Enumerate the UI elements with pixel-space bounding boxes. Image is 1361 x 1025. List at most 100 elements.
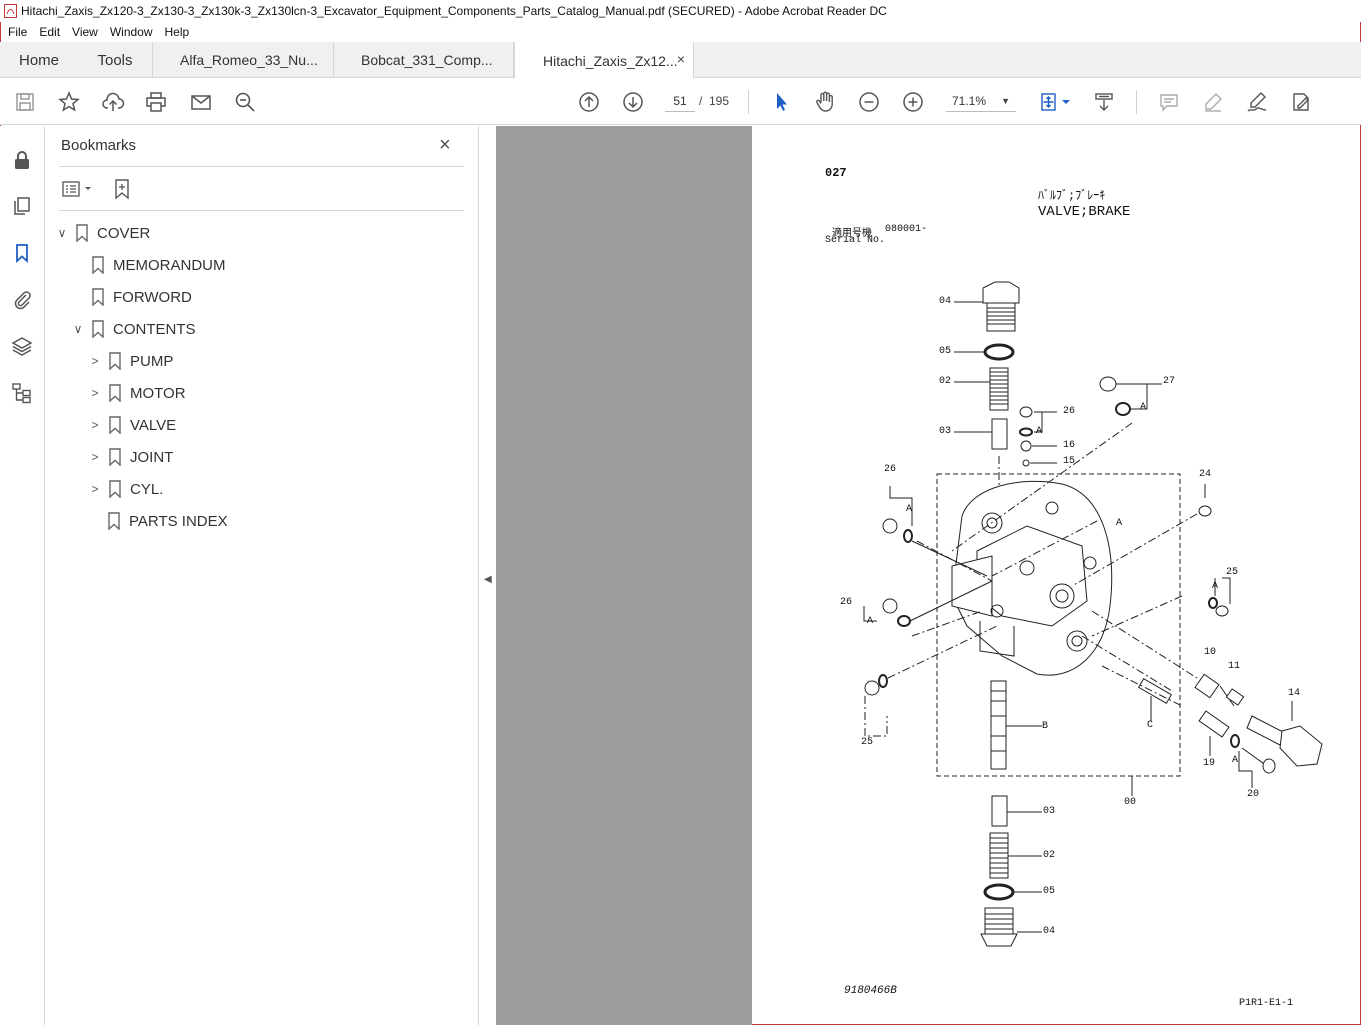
callout-label: 02 bbox=[1043, 850, 1056, 861]
attachment-icon[interactable] bbox=[10, 287, 34, 311]
copy-pages-icon[interactable] bbox=[10, 194, 34, 218]
bookmark-item-cover[interactable]: ∨ COVER bbox=[55, 221, 150, 245]
bookmark-item-memorandum[interactable]: MEMORANDUM bbox=[91, 253, 226, 277]
callout-label: 26 bbox=[1063, 406, 1076, 417]
fit-dropdown-icon[interactable] bbox=[1060, 89, 1072, 115]
spool-part bbox=[990, 680, 1007, 770]
new-bookmark-icon[interactable] bbox=[111, 178, 133, 200]
zoom-value: 71.1% bbox=[952, 94, 987, 108]
tab-document-alfa-romeo[interactable]: Alfa_Romeo_33_Nu... bbox=[153, 42, 334, 78]
tab-bar: Home Tools Alfa_Romeo_33_Nu... Bobcat_33… bbox=[0, 42, 1361, 79]
menu-edit[interactable]: Edit bbox=[33, 25, 66, 39]
collapse-panel-icon[interactable]: ◀ bbox=[484, 574, 492, 585]
bookmark-label: COVER bbox=[97, 224, 151, 242]
next-page-icon[interactable] bbox=[620, 89, 646, 115]
page-number-input[interactable]: 51 bbox=[665, 90, 695, 112]
bookmark-icon bbox=[76, 224, 88, 242]
chevron-down-icon[interactable]: ∨ bbox=[55, 226, 69, 240]
poppet-part bbox=[991, 418, 1008, 450]
structure-icon[interactable] bbox=[10, 381, 34, 405]
tab-tools[interactable]: Tools bbox=[78, 42, 153, 78]
close-icon[interactable]: × bbox=[439, 134, 451, 157]
select-cursor-icon[interactable] bbox=[768, 89, 794, 115]
menu-window[interactable]: Window bbox=[104, 25, 159, 39]
callout-label: 04 bbox=[939, 296, 952, 307]
email-icon[interactable] bbox=[188, 89, 214, 115]
tab-close-icon[interactable]: × bbox=[677, 51, 685, 67]
bookmark-item-valve[interactable]: > VALVE bbox=[88, 413, 176, 437]
bookmark-item-motor[interactable]: > MOTOR bbox=[88, 381, 186, 405]
bookmark-icon bbox=[109, 480, 121, 498]
lock-icon[interactable] bbox=[10, 148, 34, 172]
tab-document-hitachi[interactable]: Hitachi_Zaxis_Zx12... × bbox=[514, 42, 694, 79]
chevron-right-icon[interactable]: > bbox=[88, 450, 102, 464]
star-icon[interactable] bbox=[56, 89, 82, 115]
pdf-page[interactable]: 027 ﾊﾞﾙﾌﾞ;ﾌﾞﾚｰｷ VALVE;BRAKE 適用号機 080001-… bbox=[752, 126, 1360, 1024]
menu-file[interactable]: File bbox=[2, 25, 33, 39]
page-reference: P1R1-E1-1 bbox=[1239, 998, 1294, 1009]
zoom-level-select[interactable]: 71.1% ▼ bbox=[946, 90, 1016, 112]
menu-bar: File Edit View Window Help bbox=[0, 22, 1361, 42]
callout-label: C bbox=[1147, 720, 1154, 731]
callout-label: 02 bbox=[939, 376, 952, 387]
left-navigation-rail bbox=[0, 126, 45, 1025]
pin-part bbox=[1137, 677, 1173, 705]
callout-label: 03 bbox=[1043, 806, 1056, 817]
chevron-right-icon[interactable]: > bbox=[88, 386, 102, 400]
options-menu-icon[interactable] bbox=[61, 179, 95, 199]
panel-splitter[interactable]: ◀ bbox=[478, 126, 496, 1025]
bookmark-item-forword[interactable]: FORWORD bbox=[91, 285, 192, 309]
panel-toolbar bbox=[61, 178, 133, 200]
chevron-down-icon[interactable]: ∨ bbox=[71, 322, 85, 336]
highlight-pen-icon[interactable] bbox=[1200, 89, 1226, 115]
bookmark-icon bbox=[109, 448, 121, 466]
bookmark-icon[interactable] bbox=[10, 241, 34, 265]
hand-tool-icon[interactable] bbox=[812, 89, 838, 115]
save-icon[interactable] bbox=[12, 89, 38, 115]
previous-page-icon[interactable] bbox=[576, 89, 602, 115]
chevron-right-icon[interactable]: > bbox=[88, 354, 102, 368]
edit-document-icon[interactable] bbox=[1288, 89, 1314, 115]
callout-label: 05 bbox=[1043, 886, 1056, 897]
tab-home[interactable]: Home bbox=[0, 42, 78, 78]
callout-label: A bbox=[1232, 755, 1239, 766]
toolbar-divider bbox=[748, 90, 749, 114]
spring-part bbox=[989, 367, 1009, 411]
o-ring bbox=[983, 343, 1015, 361]
fit-page-icon[interactable] bbox=[1036, 89, 1062, 115]
divider bbox=[59, 166, 464, 167]
bookmark-item-cyl[interactable]: > CYL. bbox=[88, 477, 163, 501]
callout-label: 00 bbox=[1124, 797, 1137, 808]
page-separator: / bbox=[699, 94, 703, 108]
menu-help[interactable]: Help bbox=[159, 25, 196, 39]
bookmark-icon bbox=[109, 352, 121, 370]
bookmark-item-joint[interactable]: > JOINT bbox=[88, 445, 173, 469]
divider bbox=[59, 210, 464, 211]
chevron-right-icon[interactable]: > bbox=[88, 418, 102, 432]
parts-diagram bbox=[863, 281, 1323, 947]
bookmark-label: MEMORANDUM bbox=[113, 256, 226, 274]
search-icon[interactable] bbox=[232, 89, 258, 115]
bookmark-label: PARTS INDEX bbox=[129, 512, 228, 530]
sign-icon[interactable] bbox=[1244, 89, 1270, 115]
zoom-in-icon[interactable] bbox=[900, 89, 926, 115]
bookmark-item-parts-index[interactable]: PARTS INDEX bbox=[107, 509, 228, 533]
tab-document-bobcat[interactable]: Bobcat_331_Comp... bbox=[334, 42, 514, 78]
callout-label: 03 bbox=[939, 426, 952, 437]
comment-icon[interactable] bbox=[1156, 89, 1182, 115]
bookmark-label: FORWORD bbox=[113, 288, 192, 306]
upload-cloud-icon[interactable] bbox=[100, 89, 126, 115]
layers-icon[interactable] bbox=[10, 334, 34, 358]
callout-label: B bbox=[1042, 721, 1049, 732]
zoom-out-icon[interactable] bbox=[856, 89, 882, 115]
plug-part bbox=[980, 907, 1018, 947]
menu-view[interactable]: View bbox=[66, 25, 104, 39]
toolbar-divider bbox=[1136, 90, 1137, 114]
bookmark-item-contents[interactable]: ∨ CONTENTS bbox=[71, 317, 196, 341]
bookmark-icon bbox=[109, 416, 121, 434]
chevron-right-icon[interactable]: > bbox=[88, 482, 102, 496]
print-icon[interactable] bbox=[143, 89, 169, 115]
bookmark-item-pump[interactable]: > PUMP bbox=[88, 349, 173, 373]
scrolling-mode-icon[interactable] bbox=[1091, 89, 1117, 115]
callout-label: A bbox=[867, 616, 874, 627]
